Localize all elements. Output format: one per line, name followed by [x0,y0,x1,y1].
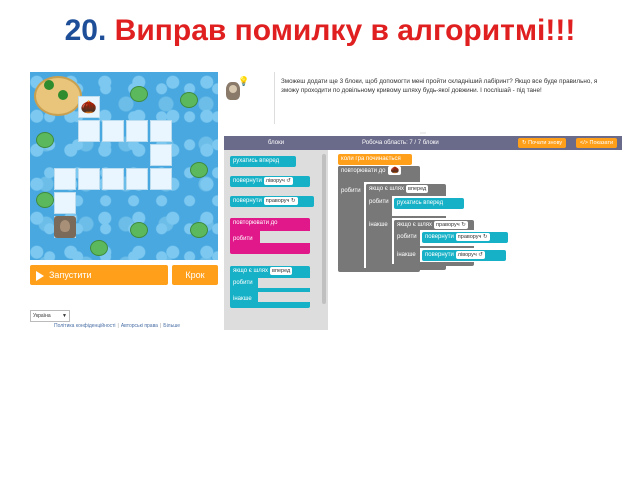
chevron-down-icon: ▼ [62,313,67,319]
ws-turn-right[interactable]: повернути праворуч ↻ [422,232,508,243]
reset-button[interactable]: ↻ Почати знову [518,138,567,148]
screenshot-panel: 🌰 Запустити Крок Україна ▼ Політика конф… [30,72,622,330]
toolbox-header: блоки [268,140,285,146]
run-label: Запустити [49,270,92,280]
more-link[interactable]: Більше [163,323,180,329]
language-value: Україна [33,313,51,319]
ws-turn-left[interactable]: повернути ліворуч ↺ [422,250,506,261]
ws-when-run[interactable]: коли гра починається [338,154,412,165]
privacy-link[interactable]: Політика конфіденційності [54,323,116,329]
play-icon [36,270,44,281]
workspace: коли гра починається повторювати до 🌰 роб… [328,150,622,330]
palm-icon [58,90,68,100]
lily-pad [190,162,208,178]
workspace-counter: Робоча область: 7 / 7 блоки [362,140,439,146]
maze-tile [150,168,172,190]
lily-pad [130,86,148,102]
toolbox-if-path[interactable]: якщо є шлях вперед робити інакше [230,266,310,308]
run-button[interactable]: Запустити [30,265,168,285]
lily-pad [90,240,108,256]
slide-heading: Виправ помилку в алгоритмі!!! [114,14,576,47]
maze-board: 🌰 [30,72,218,260]
toolbox: рухатись вперед повернути ліворуч ↺ повер… [224,150,328,330]
slide-title: 20. Виправ помилку в алгоритмі!!! [0,14,640,48]
maze-tile [54,168,76,190]
palm-icon [44,80,54,90]
maze-tile [150,120,172,142]
show-code-button[interactable]: </> Показати [576,138,618,148]
maze-tile [102,168,124,190]
lily-pad [180,92,198,108]
character-avatar: 💡 [224,76,250,102]
acorn-icon: 🌰 [388,166,402,175]
lily-pad [36,132,54,148]
step-button[interactable]: Крок [172,265,218,285]
toolbox-move-forward[interactable]: рухатись вперед [230,156,296,167]
maze-tile [78,168,100,190]
lightbulb-icon: 💡 [238,76,250,86]
slide-number: 20. [64,14,107,47]
squirrel-icon [54,216,76,238]
maze-tile [126,120,148,142]
toolbox-scrollbar[interactable] [322,154,326,304]
lily-pad [36,192,54,208]
maze-tile [54,192,76,214]
lily-pad [190,222,208,238]
footer-links: Політика конфіденційності | Авторські прав… [54,323,180,329]
instruction-text: Зможеш додати ще 3 блоки, щоб допомогти … [274,72,622,124]
copyright-link[interactable]: Авторські права [121,323,158,329]
lily-pad [130,222,148,238]
maze-tile [102,120,124,142]
maze-tile [150,144,172,166]
maze-tile [126,168,148,190]
toolbox-turn-right[interactable]: повернути праворуч ↻ [230,196,314,207]
maze-tile [78,120,100,142]
toolbox-turn-left[interactable]: повернути ліворуч ↺ [230,176,310,187]
ws-move-forward[interactable]: рухатись вперед [394,198,464,209]
acorn-icon: 🌰 [80,99,98,114]
editor-header: блоки Робоча область: 7 / 7 блоки ↻ Поча… [224,136,622,150]
toolbox-repeat-until[interactable]: повторювати до робити [230,218,310,254]
language-select[interactable]: Україна ▼ [30,310,70,322]
